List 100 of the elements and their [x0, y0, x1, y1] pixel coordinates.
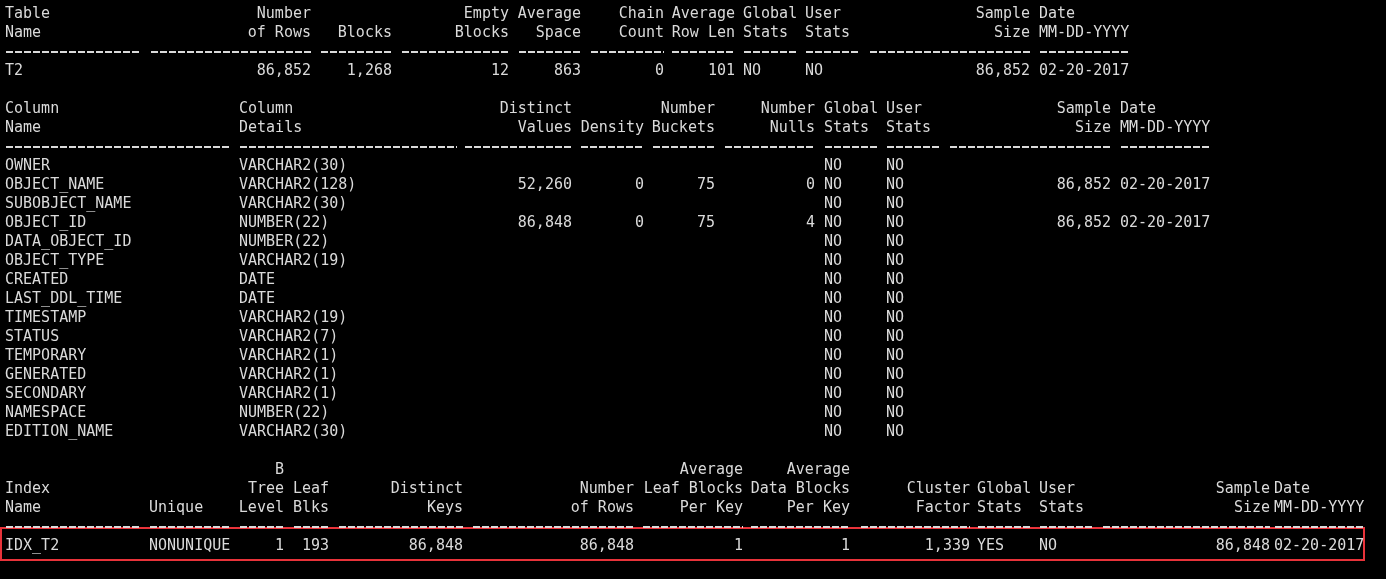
column-header: Cluster Factor: [906, 479, 970, 517]
column-header: Unique: [149, 498, 204, 517]
table-cell: NO: [886, 289, 905, 308]
table-cell: NO: [886, 270, 905, 289]
table-cell: NO: [886, 175, 905, 194]
table-cell: 52,260: [517, 175, 572, 194]
column-header: Sample Size: [1215, 479, 1270, 517]
table-cell: 193: [301, 536, 329, 555]
table-cell: 86,848: [517, 213, 572, 232]
table-cell: VARCHAR2(128): [239, 175, 357, 194]
column-header: Number Nulls: [760, 99, 815, 137]
table-cell: VARCHAR2(19): [239, 251, 348, 270]
column-header: Average Space: [517, 4, 581, 42]
table-cell: 101: [707, 61, 735, 80]
table-cell: VARCHAR2(30): [239, 156, 348, 175]
column-header: Average Leaf Blocks Per Key: [643, 460, 743, 517]
table-cell: 0: [805, 175, 815, 194]
table-cell: NO: [824, 251, 843, 270]
table-cell: NO: [824, 194, 843, 213]
column-header: Global Stats: [824, 99, 879, 137]
table-cell: NO: [886, 156, 905, 175]
table-cell: NO: [824, 384, 843, 403]
table-cell: NO: [824, 213, 843, 232]
table-cell: NO: [886, 308, 905, 327]
table-cell: SUBOBJECT_NAME: [5, 194, 132, 213]
table-cell: NUMBER(22): [239, 403, 330, 422]
table-cell: NO: [824, 327, 843, 346]
table-cell: NONUNIQUE: [149, 536, 231, 555]
table-cell: NO: [886, 251, 905, 270]
table-cell: 86,852: [1056, 175, 1111, 194]
table-cell: NO: [886, 213, 905, 232]
table-cell: OBJECT_ID: [5, 213, 87, 232]
table-cell: VARCHAR2(30): [239, 422, 348, 441]
table-cell: NO: [886, 194, 905, 213]
table-cell: 86,852: [256, 61, 311, 80]
table-cell: LAST_DDL_TIME: [5, 289, 123, 308]
table-cell: DATE: [239, 289, 276, 308]
column-header: Average Row Len: [671, 4, 735, 42]
table-cell: NO: [824, 346, 843, 365]
column-header: Average Data Blocks Per Key: [750, 460, 850, 517]
table-cell: 02-20-2017: [1120, 213, 1211, 232]
column-header: Density: [580, 118, 644, 137]
column-header: Leaf Blks: [292, 479, 329, 517]
table-cell: 86,852: [1056, 213, 1111, 232]
table-cell: 02-20-2017: [1120, 175, 1211, 194]
table-cell: 12: [490, 61, 509, 80]
table-cell: NO: [1039, 536, 1058, 555]
table-cell: 4: [805, 213, 815, 232]
table-cell: 1: [733, 536, 743, 555]
table-cell: NO: [886, 232, 905, 251]
column-header: Global Stats: [977, 479, 1032, 517]
table-cell: IDX_T2: [5, 536, 60, 555]
table-cell: NO: [886, 403, 905, 422]
table-cell: 86,848: [579, 536, 634, 555]
table-cell: 0: [634, 213, 644, 232]
table-cell: T2: [5, 61, 24, 80]
table-cell: 86,848: [1215, 536, 1270, 555]
table-cell: VARCHAR2(1): [239, 346, 339, 365]
table-cell: NO: [886, 365, 905, 384]
table-cell: NO: [824, 232, 843, 251]
table-cell: NO: [824, 175, 843, 194]
table-cell: 75: [696, 213, 715, 232]
table-cell: NO: [886, 384, 905, 403]
table-cell: VARCHAR2(1): [239, 384, 339, 403]
table-cell: OBJECT_TYPE: [5, 251, 105, 270]
table-cell: NO: [824, 270, 843, 289]
table-cell: NO: [824, 365, 843, 384]
table-cell: NO: [886, 327, 905, 346]
table-cell: 1,339: [924, 536, 970, 555]
column-header: Date MM-DD-YYYY: [1120, 99, 1211, 137]
column-header: Column Name: [5, 99, 60, 137]
table-cell: NO: [824, 422, 843, 441]
column-header: User Stats: [1039, 479, 1085, 517]
table-cell: DATA_OBJECT_ID: [5, 232, 132, 251]
table-cell: 02-20-2017: [1039, 61, 1130, 80]
table-cell: CREATED: [5, 270, 69, 289]
column-header: Column Details: [239, 99, 303, 137]
table-cell: 86,852: [975, 61, 1030, 80]
column-header: Date MM-DD-YYYY: [1274, 479, 1365, 517]
table-cell: NAMESPACE: [5, 403, 87, 422]
table-cell: 02-20-2017: [1274, 536, 1365, 555]
table-cell: 0: [654, 61, 664, 80]
column-header: Blocks: [337, 23, 392, 42]
table-cell: NUMBER(22): [239, 232, 330, 251]
table-cell: NUMBER(22): [239, 213, 330, 232]
table-cell: TIMESTAMP: [5, 308, 87, 327]
table-cell: TEMPORARY: [5, 346, 87, 365]
table-cell: NO: [743, 61, 762, 80]
column-header: Distinct Values: [499, 99, 572, 137]
table-cell: EDITION_NAME: [5, 422, 114, 441]
table-cell: 86,848: [408, 536, 463, 555]
column-header: Sample Size: [975, 4, 1030, 42]
table-cell: NO: [824, 289, 843, 308]
table-cell: NO: [824, 156, 843, 175]
table-cell: 863: [553, 61, 581, 80]
column-header: Global Stats: [743, 4, 798, 42]
column-header: User Stats: [805, 4, 851, 42]
table-cell: OBJECT_NAME: [5, 175, 105, 194]
column-header: Number of Rows: [570, 479, 634, 517]
column-header: User Stats: [886, 99, 932, 137]
